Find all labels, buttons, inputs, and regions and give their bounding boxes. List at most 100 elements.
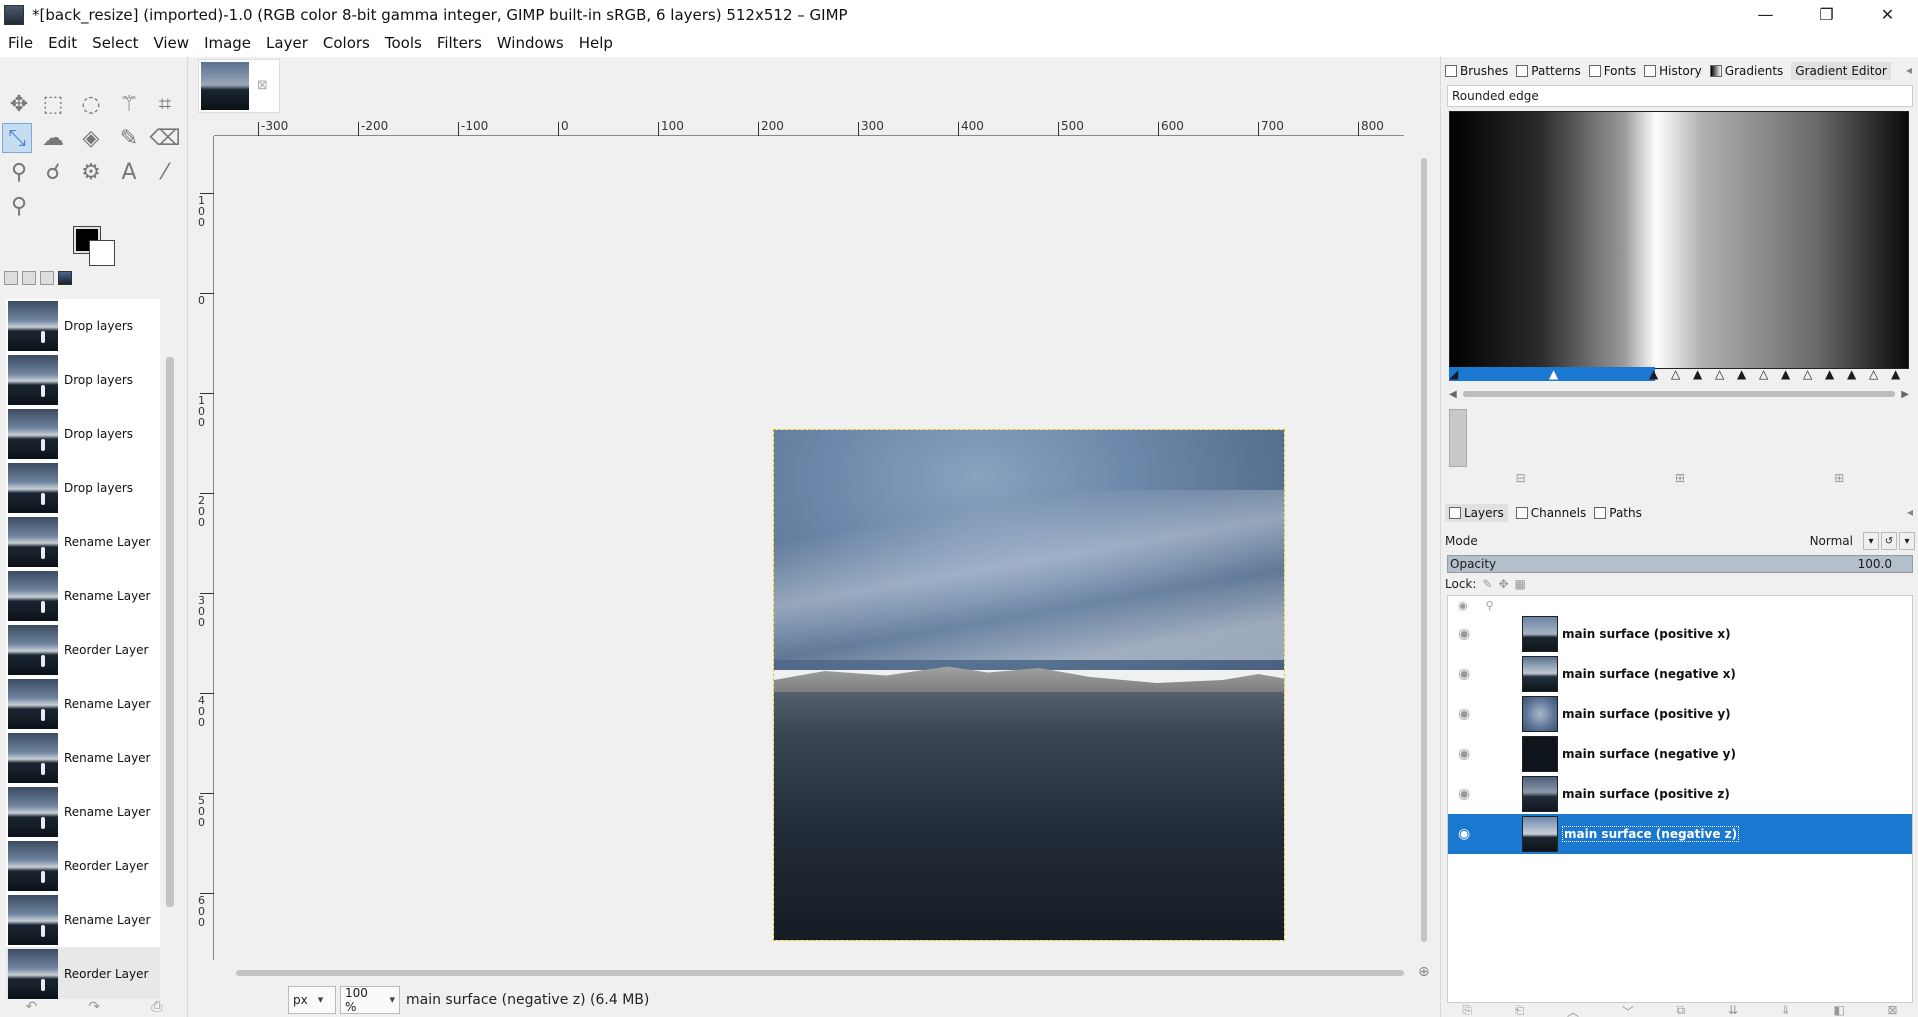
undo-item[interactable]: Drop layers — [6, 407, 160, 461]
menu-filters[interactable]: Filters — [437, 34, 482, 52]
images-tab-icon[interactable] — [58, 271, 72, 285]
tab-channels[interactable]: Channels — [1515, 506, 1586, 520]
tab-history[interactable]: History — [1644, 64, 1702, 78]
gradient-stop[interactable]: ◢ — [1449, 368, 1458, 380]
gradient-name-field[interactable]: Rounded edge — [1447, 85, 1913, 107]
zoom-all-icon[interactable]: ⊞ — [1834, 471, 1844, 485]
undo-item[interactable]: Rename Layer — [6, 677, 160, 731]
layer-row[interactable]: ◉ main surface (positive z) — [1448, 774, 1912, 814]
undo-item[interactable]: Drop layers — [6, 299, 160, 353]
bucket-fill-tool-icon[interactable]: ◈ — [76, 123, 106, 153]
merge-layer-icon[interactable]: ⇓ — [1781, 1003, 1791, 1017]
opacity-slider[interactable]: Opacity 100.0 — [1447, 555, 1913, 573]
gradient-stop[interactable]: ▲ — [1891, 368, 1900, 380]
rect-select-tool-icon[interactable]: ⬚ — [38, 89, 68, 119]
maximize-button[interactable]: ❐ — [1796, 0, 1857, 29]
move-tool-icon[interactable]: ✥ — [4, 89, 34, 119]
tab-layers[interactable]: Layers — [1445, 504, 1508, 522]
gradient-preview[interactable] — [1449, 111, 1909, 369]
gradient-stop[interactable]: △ — [1803, 368, 1812, 380]
image-tab[interactable]: ⊠ — [198, 59, 280, 113]
mode-dropdown-icon[interactable]: ▾ — [1863, 532, 1879, 550]
paths-tool-icon[interactable]: ⚙ — [76, 157, 106, 187]
tab-gradients[interactable]: Gradients — [1709, 64, 1783, 78]
undo-item[interactable]: Drop layers — [6, 461, 160, 515]
undo-scrollbar[interactable] — [166, 357, 174, 907]
scroll-left-icon[interactable]: ◀ — [1449, 389, 1457, 400]
gradient-stop[interactable]: △ — [1759, 368, 1768, 380]
undo-item[interactable]: Rename Layer — [6, 569, 160, 623]
gradient-stop[interactable]: ▲ — [1549, 368, 1558, 380]
composite-dropdown-icon[interactable]: ▾ — [1899, 532, 1915, 550]
text-tool-icon[interactable]: A — [114, 157, 144, 187]
gradient-stop[interactable]: △ — [1869, 368, 1878, 380]
new-group-icon[interactable]: ⎗ — [1515, 1003, 1525, 1017]
eye-icon[interactable]: ◉ — [1458, 706, 1470, 722]
gradient-stop[interactable]: ▲ — [1847, 368, 1856, 380]
eye-icon[interactable]: ◉ — [1458, 666, 1470, 682]
delete-layer-icon[interactable]: ⊠ — [1888, 1003, 1898, 1017]
menu-windows[interactable]: Windows — [497, 34, 564, 52]
horizontal-scrollbar[interactable] — [236, 970, 1404, 976]
layer-row[interactable]: ◉ main surface (negative y) — [1448, 734, 1912, 774]
tab-paths[interactable]: Paths — [1594, 506, 1642, 520]
paintbrush-tool-icon[interactable]: ✎ — [114, 123, 144, 153]
raise-layer-icon[interactable]: ︿ — [1567, 1003, 1579, 1017]
eraser-tool-icon[interactable]: ⌫ — [149, 123, 180, 153]
zoom-in-icon[interactable]: ⊞ — [1675, 471, 1685, 485]
anchor-layer-icon[interactable]: ⇊ — [1728, 1003, 1738, 1017]
gradient-zoom-slider[interactable] — [1449, 409, 1467, 467]
gradient-stop[interactable]: ▲ — [1649, 368, 1658, 380]
color-picker-tool-icon[interactable]: ⁄ — [150, 157, 180, 187]
zoom-out-icon[interactable]: ⊟ — [1516, 471, 1526, 485]
lasso-tool-icon[interactable]: ◌ — [76, 89, 106, 119]
gradient-stop[interactable]: ▲ — [1737, 368, 1746, 380]
layer-row-selected[interactable]: ◉ main surface (negative z) — [1448, 814, 1912, 854]
menu-layer[interactable]: Layer — [266, 34, 308, 52]
unit-select[interactable]: px ▾ — [288, 985, 336, 1014]
layer-row[interactable]: ◉ main surface (negative x) — [1448, 654, 1912, 694]
undo-item[interactable]: Drop layers — [6, 353, 160, 407]
duplicate-layer-icon[interactable]: ⧉ — [1677, 1003, 1686, 1017]
scale-tool-icon[interactable]: ⤡ — [2, 123, 32, 153]
gradient-stop[interactable]: ▲ — [1781, 368, 1790, 380]
undo-item[interactable]: Reorder Layer — [6, 839, 160, 893]
navigate-icon[interactable]: ⊕ — [1418, 964, 1430, 980]
zoom-tool-icon[interactable]: ⚲ — [4, 191, 34, 221]
fuzzy-select-tool-icon[interactable]: ⚚ — [114, 89, 144, 119]
undo-history-tab-icon[interactable] — [40, 271, 54, 285]
layer-row[interactable]: ◉ main surface (positive x) — [1448, 614, 1912, 654]
menu-select[interactable]: Select — [92, 34, 138, 52]
lock-position-icon[interactable]: ✥ — [1498, 577, 1508, 591]
vertical-scrollbar[interactable] — [1421, 158, 1427, 942]
undo-item[interactable]: Reorder Layer — [6, 623, 160, 677]
tab-patterns[interactable]: Patterns — [1516, 64, 1581, 78]
gradient-stop[interactable]: △ — [1671, 368, 1680, 380]
menu-colors[interactable]: Colors — [323, 34, 370, 52]
gradient-stop[interactable]: ▲ — [1825, 368, 1834, 380]
undo-icon[interactable]: ↶ — [26, 999, 38, 1017]
image-canvas[interactable] — [773, 429, 1285, 941]
mask-layer-icon[interactable]: ◧ — [1833, 1003, 1844, 1017]
undo-item-current[interactable]: Reorder Layer — [6, 947, 160, 999]
tab-brushes[interactable]: Brushes — [1445, 64, 1508, 78]
tab-fonts[interactable]: Fonts — [1588, 64, 1636, 78]
new-layer-icon[interactable]: ⎘ — [1462, 1003, 1472, 1017]
dock-menu-icon[interactable]: ◂ — [1907, 505, 1913, 519]
clear-history-icon[interactable]: ⎙ — [151, 999, 162, 1017]
tab-gradient-editor[interactable]: Gradient Editor — [1791, 62, 1891, 80]
undo-item[interactable]: Rename Layer — [6, 515, 160, 569]
gradient-stops[interactable]: ◢ ▲ ▲ △ ▲ △ ▲ △ ▲ △ ▲ ▲ △ ▲ — [1449, 367, 1909, 381]
menu-file[interactable]: File — [8, 34, 33, 52]
lock-pixels-icon[interactable]: ✎ — [1482, 577, 1492, 591]
dock-menu-icon[interactable]: ◂ — [1906, 63, 1912, 77]
scroll-right-icon[interactable]: ▶ — [1901, 389, 1909, 400]
gradient-stop[interactable]: ▲ — [1693, 368, 1702, 380]
background-color-swatch[interactable] — [89, 240, 115, 266]
gradient-scrollbar[interactable]: ◀ ▶ — [1449, 387, 1909, 401]
gradient-stop[interactable]: △ — [1715, 368, 1724, 380]
smudge-tool-icon[interactable]: ☌ — [38, 157, 68, 187]
tool-options-tab-icon[interactable] — [4, 271, 18, 285]
layer-row[interactable]: ◉ main surface (positive y) — [1448, 694, 1912, 734]
eye-icon[interactable]: ◉ — [1458, 626, 1470, 642]
